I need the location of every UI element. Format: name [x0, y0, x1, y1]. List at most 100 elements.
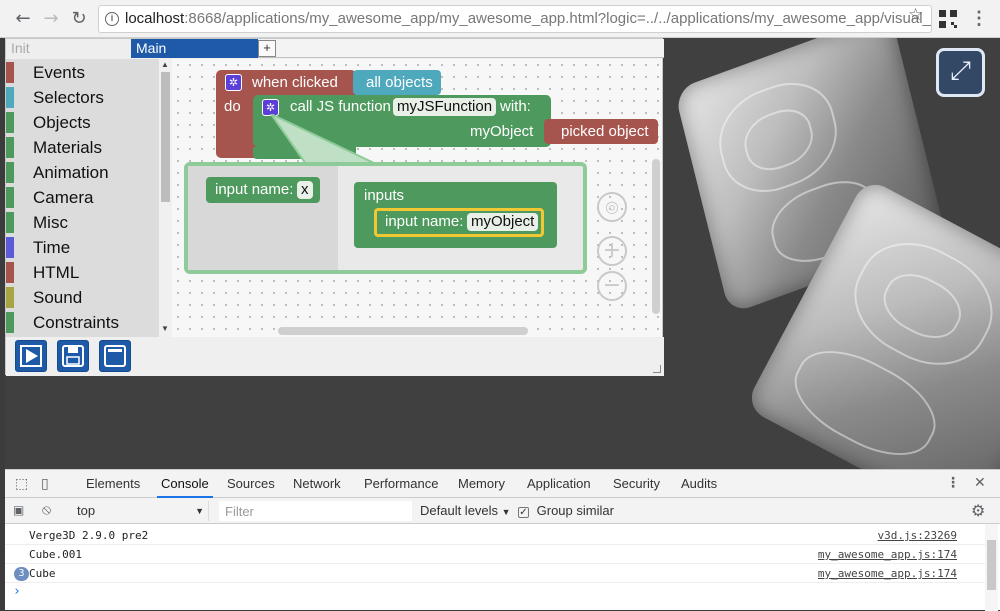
dropdown-arrow-icon: ▼	[195, 506, 204, 516]
log-levels-select[interactable]: Default levels ▼	[420, 501, 511, 522]
category-label: Selectors	[33, 88, 104, 107]
log-source-link[interactable]: my_awesome_app.js:174	[818, 564, 957, 583]
console-prompt[interactable]: ›	[13, 584, 21, 599]
console-log-row: Verge3D 2.9.0 pre2 v3d.js:23269	[5, 526, 985, 545]
url-host: localhost	[125, 10, 185, 27]
all-objects-label: all objects	[366, 74, 433, 91]
console-scroll-thumb[interactable]	[987, 540, 996, 590]
category-color-swatch	[6, 62, 14, 83]
toolbox-category-constraints[interactable]: Constraints	[6, 310, 159, 335]
devtools-tab-application[interactable]: Application	[527, 470, 591, 498]
site-info-icon[interactable]: i	[105, 12, 119, 26]
close-icon[interactable]: ✕	[974, 475, 986, 491]
checkbox-checked-icon[interactable]: ✓	[518, 507, 529, 518]
clear-console-icon[interactable]: ⦸	[42, 502, 51, 518]
category-label: Events	[33, 63, 85, 82]
devtools-tab-audits[interactable]: Audits	[681, 470, 717, 498]
devtools-panel: ⬚ ▯ Elements Console Sources Network Perform…	[5, 469, 1000, 611]
zoom-out-icon[interactable]: −	[597, 271, 627, 301]
qr-code-icon[interactable]	[939, 10, 957, 28]
category-label: Sound	[33, 288, 83, 307]
toolbox-category-sound[interactable]: Sound	[6, 285, 159, 310]
toolbox-scrollbar[interactable]: ▲ ▼	[159, 59, 172, 337]
devtools-tab-sources[interactable]: Sources	[227, 470, 275, 498]
tab-init[interactable]: Init	[6, 39, 131, 58]
toolbox-category-misc[interactable]: Misc	[6, 210, 159, 235]
toolbox-category-events[interactable]: Events	[6, 60, 159, 85]
toolbox-category-time[interactable]: Time	[6, 235, 159, 260]
scroll-up-icon[interactable]: ▲	[161, 60, 169, 69]
toolbox-scroll-thumb[interactable]	[161, 72, 170, 202]
workspace-vertical-scrollbar[interactable]	[652, 159, 660, 314]
devtools-tab-performance[interactable]: Performance	[364, 470, 438, 498]
category-label: Constraints	[33, 313, 119, 332]
toolbox-category-selectors[interactable]: Selectors	[6, 85, 159, 110]
category-label: Objects	[33, 113, 91, 132]
workspace-horizontal-scrollbar[interactable]	[278, 327, 528, 335]
recenter-icon[interactable]: ◎	[597, 192, 627, 222]
settings-gear-icon[interactable]: ⚙	[971, 501, 985, 520]
puzzles-editor: Init Main + Events Selectors Objects Materi…	[5, 38, 664, 376]
fullscreen-button[interactable]: ⤢	[936, 48, 985, 97]
devtools-tab-network[interactable]: Network	[293, 470, 341, 498]
console-scrollbar[interactable]	[985, 524, 998, 611]
browser-toolbar: ← → ↻ i localhost:8668/applications/my_a…	[0, 0, 1000, 38]
category-label: Misc	[33, 213, 68, 232]
back-arrow-icon[interactable]: ←	[12, 8, 34, 30]
filter-input[interactable]	[219, 501, 412, 521]
toolbox-category-objects[interactable]: Objects	[6, 110, 159, 135]
add-tab-button[interactable]: +	[258, 40, 276, 57]
when-clicked-label: when clicked	[252, 74, 338, 91]
toolbox-category-materials[interactable]: Materials	[6, 135, 159, 160]
play-icon	[20, 345, 42, 367]
sidebar-toggle-icon[interactable]: ▣	[13, 503, 24, 517]
devtools-tab-memory[interactable]: Memory	[458, 470, 505, 498]
log-message: Verge3D 2.9.0 pre2	[29, 529, 149, 542]
log-message: Cube	[29, 567, 56, 580]
input-name-label-2: input name:	[385, 213, 464, 230]
toolbox-category-animation[interactable]: Animation	[6, 160, 159, 185]
devtools-tab-security[interactable]: Security	[613, 470, 660, 498]
function-name-field[interactable]: myJSFunction	[393, 98, 497, 116]
category-label: Materials	[33, 138, 102, 157]
resize-handle-icon[interactable]	[653, 365, 661, 373]
log-source-link[interactable]: my_awesome_app.js:174	[818, 545, 957, 564]
floppy-disk-icon	[62, 345, 84, 367]
scroll-down-icon[interactable]: ▼	[161, 324, 169, 333]
category-label: Camera	[33, 188, 94, 207]
tab-main[interactable]: Main	[131, 39, 258, 58]
toolbox-category-html[interactable]: HTML	[6, 260, 159, 285]
category-color-swatch	[6, 212, 14, 233]
devtools-tab-elements[interactable]: Elements	[86, 470, 140, 498]
zoom-in-icon[interactable]: +	[597, 236, 627, 266]
browser-menu-icon[interactable]: ⋮	[970, 8, 988, 29]
category-color-swatch	[6, 237, 14, 258]
inspect-element-icon[interactable]: ⬚	[15, 476, 28, 492]
bookmark-star-icon[interactable]: ☆	[908, 5, 923, 25]
inputs-label: inputs	[364, 187, 405, 204]
log-source-link[interactable]: v3d.js:23269	[878, 526, 957, 545]
run-button[interactable]	[15, 340, 47, 372]
category-color-swatch	[6, 262, 14, 283]
app-viewport[interactable]: ⤢ Init Main + Events Selectors Objects Mate…	[5, 38, 1000, 469]
group-similar-toggle[interactable]: ✓ Group similar	[518, 501, 614, 521]
toolbox-category-camera[interactable]: Camera	[6, 185, 159, 210]
input-x-field[interactable]: x	[297, 181, 313, 199]
console-log-row: 3 Cube my_awesome_app.js:174	[5, 564, 985, 583]
device-toolbar-icon[interactable]: ▯	[41, 476, 49, 492]
devtools-menu-icon[interactable]: ⋮	[946, 475, 960, 491]
save-button[interactable]	[57, 340, 89, 372]
forward-arrow-icon[interactable]: →	[40, 8, 62, 30]
input-name-label: input name:	[215, 181, 294, 198]
window-minimize-icon	[104, 345, 126, 367]
address-bar[interactable]: i localhost:8668/applications/my_awesome…	[98, 5, 932, 33]
picked-object-label: picked object	[561, 123, 649, 140]
category-color-swatch	[6, 137, 14, 158]
repeat-count-badge: 3	[14, 567, 29, 581]
gear-icon[interactable]: ✲	[225, 74, 242, 91]
context-select[interactable]: top ▼	[73, 501, 209, 521]
reload-icon[interactable]: ↻	[68, 8, 90, 30]
minimize-button[interactable]	[99, 340, 131, 372]
input-value-field[interactable]: myObject	[467, 213, 539, 231]
devtools-tab-console[interactable]: Console	[157, 470, 213, 498]
